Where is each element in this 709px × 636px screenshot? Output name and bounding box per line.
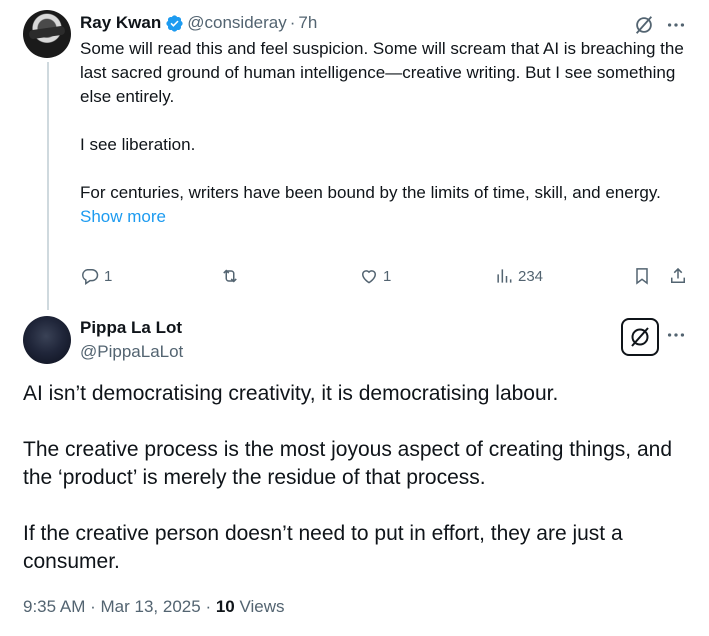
repost-icon — [223, 269, 237, 283]
views-button[interactable]: 234 — [494, 266, 543, 286]
like-button[interactable]: 1 — [359, 266, 391, 286]
verified-badge-icon — [166, 14, 183, 32]
tweet-meta: 9:35 AM · Mar 13, 2025 · 10 Views — [23, 597, 285, 617]
tweet-paragraph: I see liberation. — [80, 135, 196, 154]
tweet-text: Some will read this and feel suspicion. … — [80, 37, 687, 205]
views-count: 234 — [518, 267, 544, 285]
more-icon[interactable] — [665, 324, 687, 346]
author-name[interactable]: Pippa La Lot — [80, 318, 182, 338]
tweet-paragraph: Some will read this and feel suspicion. … — [80, 39, 684, 106]
author-handle[interactable]: @PippaLaLot — [80, 342, 183, 362]
like-icon — [361, 270, 377, 284]
tweet-paragraph: The creative process is the most joyous … — [23, 438, 673, 489]
share-button[interactable] — [668, 266, 688, 286]
tweet-date[interactable]: Mar 13, 2025 — [101, 597, 201, 616]
tweet-paragraph: If the creative person doesn’t need to p… — [23, 522, 623, 573]
tweet-time[interactable]: 9:35 AM — [23, 597, 85, 616]
author-handle[interactable]: @consideray — [187, 13, 286, 33]
tweet-paragraph — [80, 157, 687, 181]
tweet-paragraph: For centuries, writers have been bound b… — [80, 183, 661, 202]
thread-line — [47, 62, 49, 310]
bookmark-button[interactable] — [632, 266, 652, 286]
tweet-header: Ray Kwan @consideray · 7h — [80, 11, 687, 35]
show-more-link[interactable]: Show more — [80, 205, 687, 229]
share-icon — [671, 267, 685, 283]
views-label: Views — [239, 597, 285, 616]
tweet-paragraph — [23, 408, 683, 436]
tweet-paragraph — [23, 492, 683, 520]
grok-icon[interactable] — [633, 14, 655, 36]
reply-button[interactable]: 1 — [80, 266, 112, 286]
separator-dot: · — [205, 597, 212, 616]
grok-icon — [631, 327, 649, 347]
tweet-text: AI isn’t democratising creativity, it is… — [23, 380, 683, 576]
author-name[interactable]: Ray Kwan — [80, 13, 161, 33]
repost-button[interactable] — [220, 266, 244, 286]
separator-dot: · — [289, 13, 296, 32]
bookmark-icon — [636, 268, 648, 285]
views-count: 10 — [215, 597, 235, 616]
reply-icon — [82, 269, 99, 285]
reply-tweet[interactable]: Ray Kwan @consideray · 7h Some will read… — [80, 11, 687, 229]
more-icon[interactable] — [665, 14, 687, 36]
tweet-paragraph — [80, 109, 687, 133]
tweet-paragraph: AI isn’t democratising creativity, it is… — [23, 382, 559, 405]
separator-dot: · — [90, 597, 96, 616]
views-icon — [497, 269, 512, 283]
like-count: 1 — [383, 267, 392, 285]
grok-button[interactable] — [621, 318, 659, 356]
tweet-actions: 1 1 234 — [80, 266, 692, 290]
avatar[interactable] — [23, 10, 71, 58]
avatar[interactable] — [23, 316, 71, 364]
tweet-time[interactable]: 7h — [298, 13, 317, 33]
reply-count: 1 — [104, 267, 113, 285]
